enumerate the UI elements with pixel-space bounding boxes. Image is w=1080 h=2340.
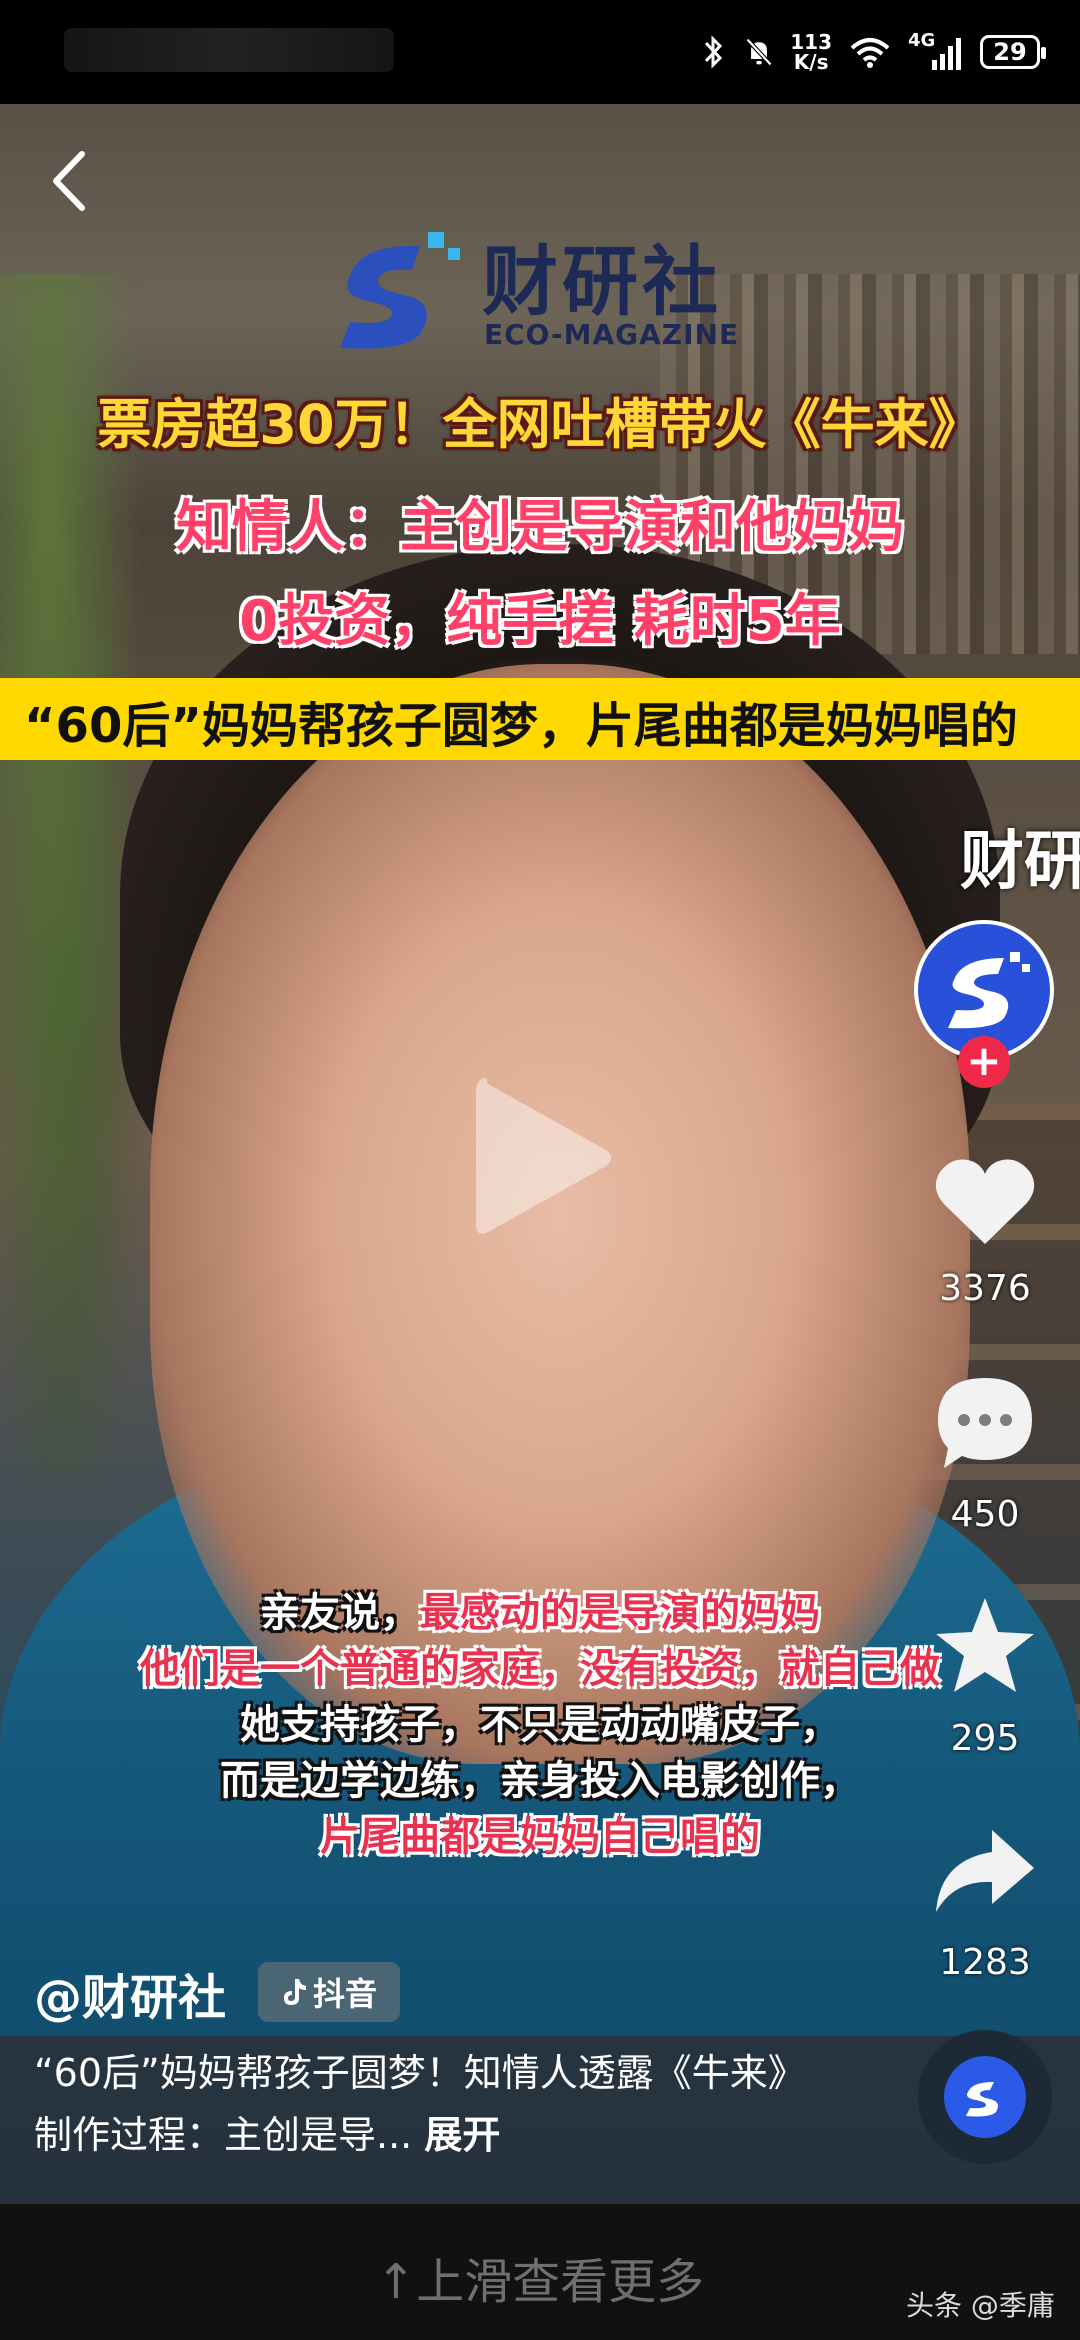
back-icon[interactable]	[44, 146, 94, 216]
subtitle-line-1: 亲友说，最感动的是导演的妈妈	[260, 1590, 820, 1636]
expand-link[interactable]: 展开	[424, 2113, 500, 2157]
brand-logo: 财研社 ECO-MAGAZINE	[320, 226, 780, 356]
comment-count: 450	[950, 1494, 1020, 1535]
brand-name: 财研社	[482, 237, 722, 326]
status-bar: 113 K/s 4G 29	[0, 0, 1080, 104]
cellular-signal-icon: 4G	[908, 30, 964, 72]
comment-icon[interactable]	[930, 1368, 1040, 1478]
brand-logo-icon	[340, 232, 460, 349]
platform-tag: 抖音	[258, 1962, 400, 2022]
side-brand-text: 财研	[960, 825, 1080, 899]
share-count: 1283	[939, 1942, 1031, 1983]
follow-button[interactable]: +	[958, 1036, 1010, 1088]
watermark: 头条 @季庸	[906, 2289, 1055, 2322]
headline-1: 票房超30万！全网吐槽带火《牛来》	[97, 393, 983, 456]
fab-logo-icon	[944, 2056, 1026, 2138]
subtitle-line-5: 片尾曲都是妈妈自己唱的	[320, 1814, 760, 1860]
banner-text: “60后”妈妈帮孩子圆梦，片尾曲都是妈妈唱的	[24, 698, 1018, 754]
brand-subtitle: ECO-MAGAZINE	[484, 318, 740, 351]
net-speed: 113 K/s	[790, 30, 832, 74]
subtitle-line-2: 他们是一个普通的家庭，没有投资，就自己做	[140, 1646, 940, 1692]
like-icon[interactable]	[930, 1148, 1040, 1258]
bluetooth-icon	[705, 35, 723, 69]
headline-2: 知情人：主创是导演和他妈妈	[176, 495, 904, 560]
mute-bell-icon	[746, 38, 773, 66]
subtitle-line-3: 她支持孩子，不只是动动嘴皮子，	[240, 1702, 840, 1748]
floating-app-button[interactable]	[918, 2030, 1052, 2164]
author-handle[interactable]: @财研社	[34, 1958, 226, 2028]
video-caption[interactable]: “60后”妈妈帮孩子圆梦！知情人透露《牛来》制作过程：主创是导... 展开	[34, 2042, 794, 2166]
douyin-icon	[283, 1979, 306, 2005]
battery-icon: 29	[980, 35, 1046, 69]
battery-level: 29	[993, 38, 1027, 66]
status-icons: 113 K/s 4G 29	[698, 26, 1046, 78]
like-count: 3376	[939, 1268, 1031, 1309]
caption-text: “60后”妈妈帮孩子圆梦！知情人透露《牛来》制作过程：主创是导...	[34, 2051, 787, 2157]
subtitle-line-4: 而是边学边练，亲身投入电影创作，	[220, 1758, 860, 1804]
wifi-icon	[850, 38, 890, 68]
banner: “60后”妈妈帮孩子圆梦，片尾曲都是妈妈唱的	[0, 678, 1080, 760]
headline-3: 0投资，纯手搓 耗时5年	[239, 589, 841, 654]
platform-tag-label: 抖音	[312, 1975, 377, 2013]
status-time-blurred	[64, 28, 394, 72]
play-icon[interactable]	[466, 1068, 616, 1248]
